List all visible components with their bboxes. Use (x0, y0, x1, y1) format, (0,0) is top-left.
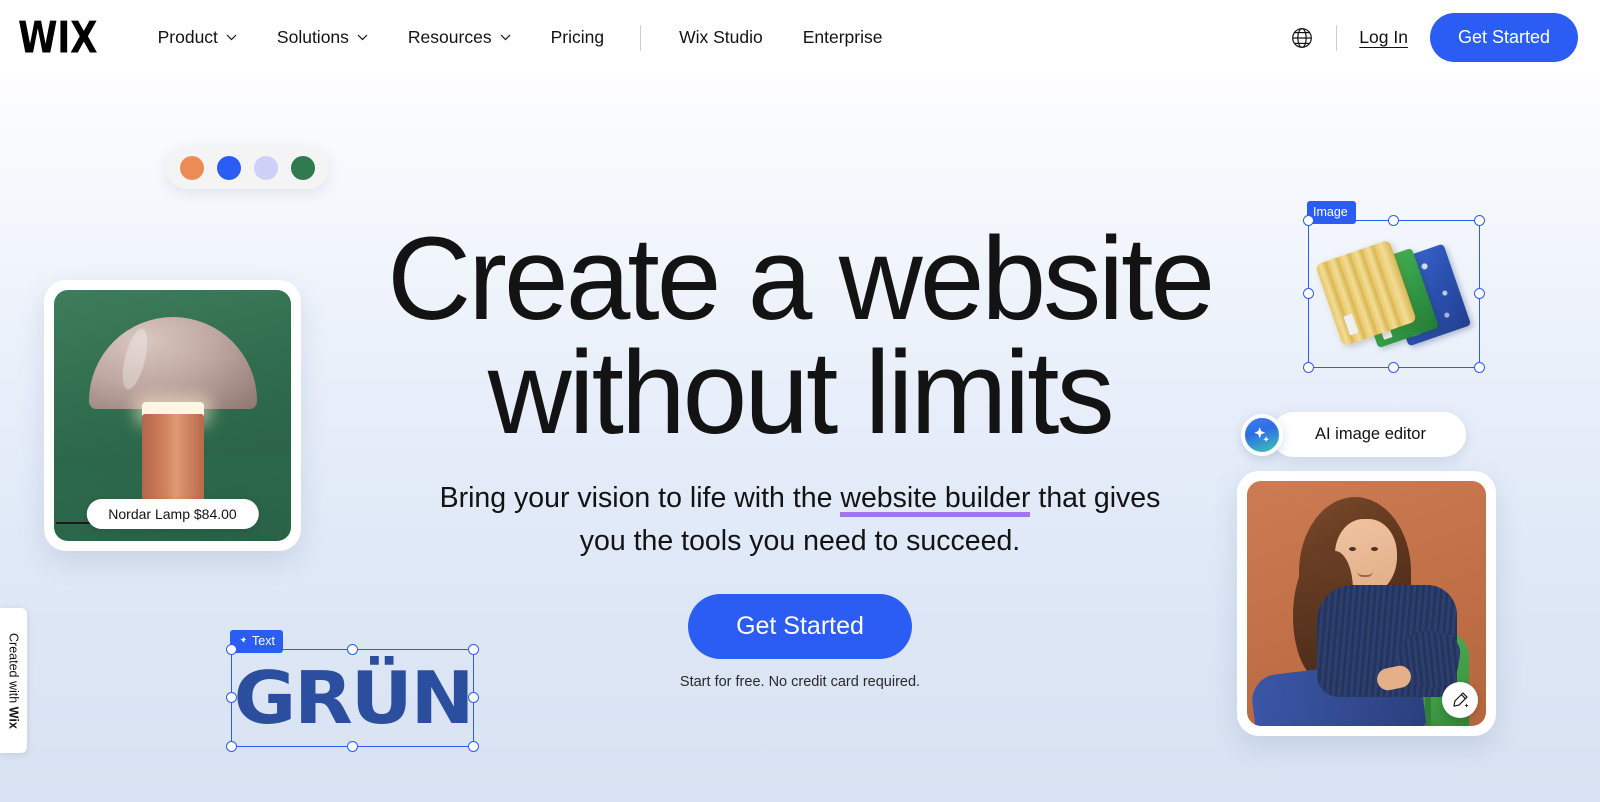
ai-image-editor-widget[interactable]: AI image editor (1241, 412, 1466, 457)
headline-line-1: Create a website (387, 213, 1216, 345)
wix-logo[interactable]: WIX (18, 16, 98, 60)
nav-label-pricing: Pricing (550, 27, 605, 47)
nav-label-solutions: Solutions (276, 27, 349, 47)
get-started-button-hero[interactable]: Get Started (688, 594, 912, 660)
page-title: Create a website without limits (387, 213, 1216, 460)
nav-label-product: Product (157, 27, 218, 47)
globe-icon[interactable] (1290, 26, 1314, 50)
sparkle-glyph (1254, 426, 1269, 442)
magic-pencil-glyph (1453, 692, 1469, 708)
ai-image-editor-label: AI image editor (1271, 412, 1466, 457)
login-link[interactable]: Log In (1359, 27, 1408, 48)
resize-handle-bottom-right[interactable] (468, 741, 479, 752)
headline-line-2: without limits (488, 327, 1115, 460)
resize-handle-middle-right[interactable] (468, 692, 479, 703)
nav-item-wix-studio[interactable]: Wix Studio (679, 27, 763, 48)
nav-label-enterprise: Enterprise (802, 27, 883, 47)
nav-divider (640, 24, 642, 51)
hero-section: Nordar Lamp $84.00 Created with Wix Imag… (0, 75, 1600, 802)
chevron-down-icon (226, 34, 237, 41)
nav-item-product[interactable]: Product (158, 27, 237, 48)
nav-label-wix-studio: Wix Studio (679, 27, 763, 47)
nav-label-resources: Resources (407, 27, 492, 47)
subhead-prefix: Bring your vision to life with the (439, 481, 841, 514)
header-divider (1336, 24, 1338, 51)
nav-item-pricing[interactable]: Pricing (551, 27, 605, 48)
site-header: WIX Product Solutions Resources Pricing … (0, 0, 1600, 75)
cta-disclaimer: Start for free. No credit card required. (679, 674, 921, 691)
nav-item-resources[interactable]: Resources (408, 27, 511, 48)
main-navigation: Product Solutions Resources Pricing Wix … (158, 24, 923, 51)
chevron-down-icon (357, 34, 368, 41)
chevron-down-icon (500, 34, 511, 41)
get-started-button-header[interactable]: Get Started (1429, 13, 1578, 62)
header-actions: Log In Get Started (1290, 13, 1600, 62)
nav-item-enterprise[interactable]: Enterprise (803, 27, 883, 48)
sparkle-icon (1241, 413, 1283, 456)
resize-handle-bottom-center[interactable] (346, 741, 358, 752)
resize-handle-middle-left[interactable] (226, 692, 237, 703)
resize-handle-bottom-left[interactable] (226, 741, 237, 752)
created-brand: Wix (6, 706, 21, 729)
subhead-highlight: website builder (840, 481, 1031, 517)
hero-subheading: Bring your vision to life with the websi… (420, 477, 1180, 563)
hero-content: Create a website without limits Bring yo… (0, 75, 1600, 691)
wix-homepage: WIX Product Solutions Resources Pricing … (0, 0, 1600, 802)
nav-item-solutions[interactable]: Solutions (277, 27, 368, 48)
